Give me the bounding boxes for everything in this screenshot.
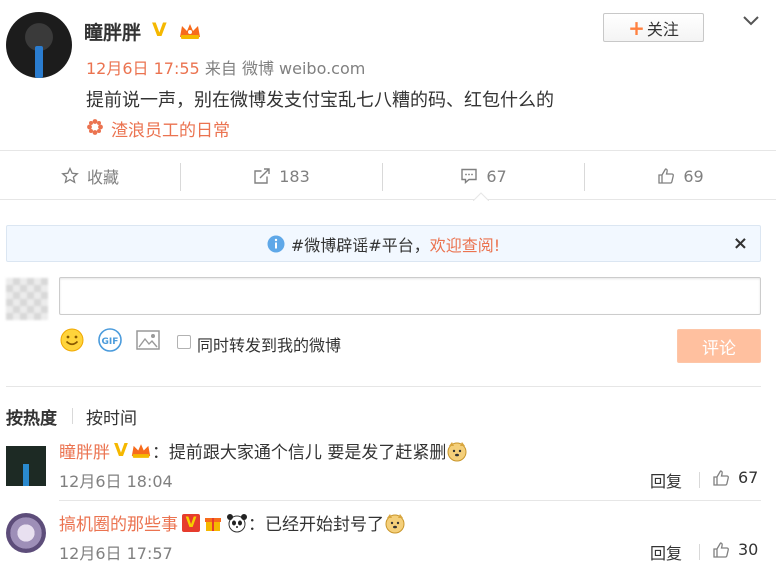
- notice-content: #微博辟谣#平台， 欢迎查阅!: [7, 226, 760, 261]
- image-upload-icon[interactable]: [135, 327, 161, 353]
- comment-input[interactable]: [59, 277, 761, 315]
- follow-button[interactable]: + 关注: [603, 13, 704, 42]
- rumor-notice: #微博辟谣#平台， 欢迎查阅! ×: [6, 225, 761, 262]
- doge-emoji-icon: [447, 441, 467, 461]
- comment-time: 12月6日 17:57: [59, 544, 173, 563]
- topic-link[interactable]: 渣浪员工的日常: [111, 116, 230, 141]
- doge-emoji-icon: [385, 513, 405, 533]
- favorite-button[interactable]: 收藏: [0, 151, 180, 201]
- via-source[interactable]: 微博 weibo.com: [242, 59, 365, 78]
- gif-label: GIF: [102, 337, 119, 347]
- author-name[interactable]: 瞳胖胖: [84, 18, 141, 45]
- like-count: 69: [683, 166, 704, 186]
- repost-icon: [254, 168, 270, 184]
- repost-checkbox-label[interactable]: 同时转发到我的微博: [197, 332, 341, 356]
- emoji-icon[interactable]: [59, 327, 85, 353]
- topic-flower-icon: [87, 119, 103, 135]
- post-time[interactable]: 12月6日 17:55: [86, 59, 200, 78]
- submit-comment-button[interactable]: 评论: [677, 329, 761, 363]
- comment-count: 67: [486, 166, 507, 186]
- thumbs-up-icon: [713, 541, 729, 558]
- comment-like-button[interactable]: 30: [712, 540, 758, 559]
- post-text: 提前说一声，别在微博发支付宝乱七八糟的码、红包什么的: [86, 90, 554, 111]
- thumbs-up-icon: [658, 168, 675, 184]
- active-tab-caret-icon: [473, 192, 489, 201]
- gif-circle-icon: GIF: [98, 328, 122, 352]
- action-bar: 收藏 183 67 69: [0, 150, 776, 200]
- member-crown-icon[interactable]: [130, 442, 152, 459]
- commenter-name[interactable]: 搞机圈的那些事: [59, 510, 178, 535]
- via-prefix: 来自: [204, 59, 237, 78]
- comment-icon: [461, 168, 478, 185]
- panda-badge-icon[interactable]: [226, 513, 248, 533]
- comment-action-divider: [699, 472, 700, 488]
- verified-badge-icon[interactable]: V: [182, 513, 200, 532]
- like-button[interactable]: 69: [585, 151, 776, 201]
- comment-like-button[interactable]: 67: [712, 468, 758, 487]
- plus-icon: +: [628, 15, 645, 40]
- star-icon: [61, 167, 79, 184]
- comment-like-count: 30: [738, 540, 759, 559]
- section-divider: [6, 386, 761, 387]
- reply-button[interactable]: 回复: [650, 468, 682, 492]
- current-user-avatar: [6, 278, 48, 320]
- comment-text: ：提前跟大家通个信儿 要是发了赶紧删: [151, 443, 447, 463]
- commenter-avatar[interactable]: [6, 513, 46, 553]
- sort-divider: [72, 408, 73, 424]
- follow-label: 关注: [646, 19, 679, 39]
- repost-checkbox[interactable]: [177, 335, 191, 349]
- comment-divider: [59, 500, 761, 501]
- repost-button[interactable]: 183: [181, 151, 382, 201]
- reply-button[interactable]: 回复: [650, 540, 682, 564]
- notice-topic-link[interactable]: #微博辟谣#平台，: [291, 232, 430, 256]
- post-meta: 12月6日 17:55 来自 微博 weibo.com: [86, 55, 365, 79]
- comment-text: ：已经开始封号了: [248, 515, 384, 535]
- commenter-name[interactable]: 瞳胖胖: [59, 438, 110, 463]
- gift-badge-icon[interactable]: [203, 513, 223, 533]
- commenter-avatar[interactable]: [6, 446, 46, 486]
- notice-cta-link[interactable]: 欢迎查阅!: [430, 232, 500, 256]
- author-avatar[interactable]: [6, 12, 72, 78]
- verified-badge-icon[interactable]: V: [152, 19, 167, 41]
- gif-icon[interactable]: GIF: [97, 327, 123, 353]
- sort-by-hot-tab[interactable]: 按热度: [6, 404, 57, 429]
- chevron-down-icon[interactable]: [740, 10, 762, 32]
- comment-like-count: 67: [738, 468, 759, 487]
- comment-time: 12月6日 18:04: [59, 472, 173, 491]
- comment-line: 瞳胖胖 V ：提前跟大家通个信儿 要是发了赶紧删: [59, 438, 468, 463]
- close-icon[interactable]: ×: [733, 233, 748, 254]
- comment-action-divider: [699, 544, 700, 560]
- favorite-label: 收藏: [86, 168, 119, 187]
- thumbs-up-icon: [713, 469, 729, 486]
- sort-by-time-tab[interactable]: 按时间: [86, 404, 137, 429]
- verified-badge-icon[interactable]: V: [114, 440, 128, 461]
- repost-count: 183: [279, 166, 310, 186]
- info-icon: [267, 235, 285, 252]
- comment-line: 搞机圈的那些事 V ：已经开始封号了: [59, 510, 406, 535]
- member-crown-icon[interactable]: [178, 22, 202, 40]
